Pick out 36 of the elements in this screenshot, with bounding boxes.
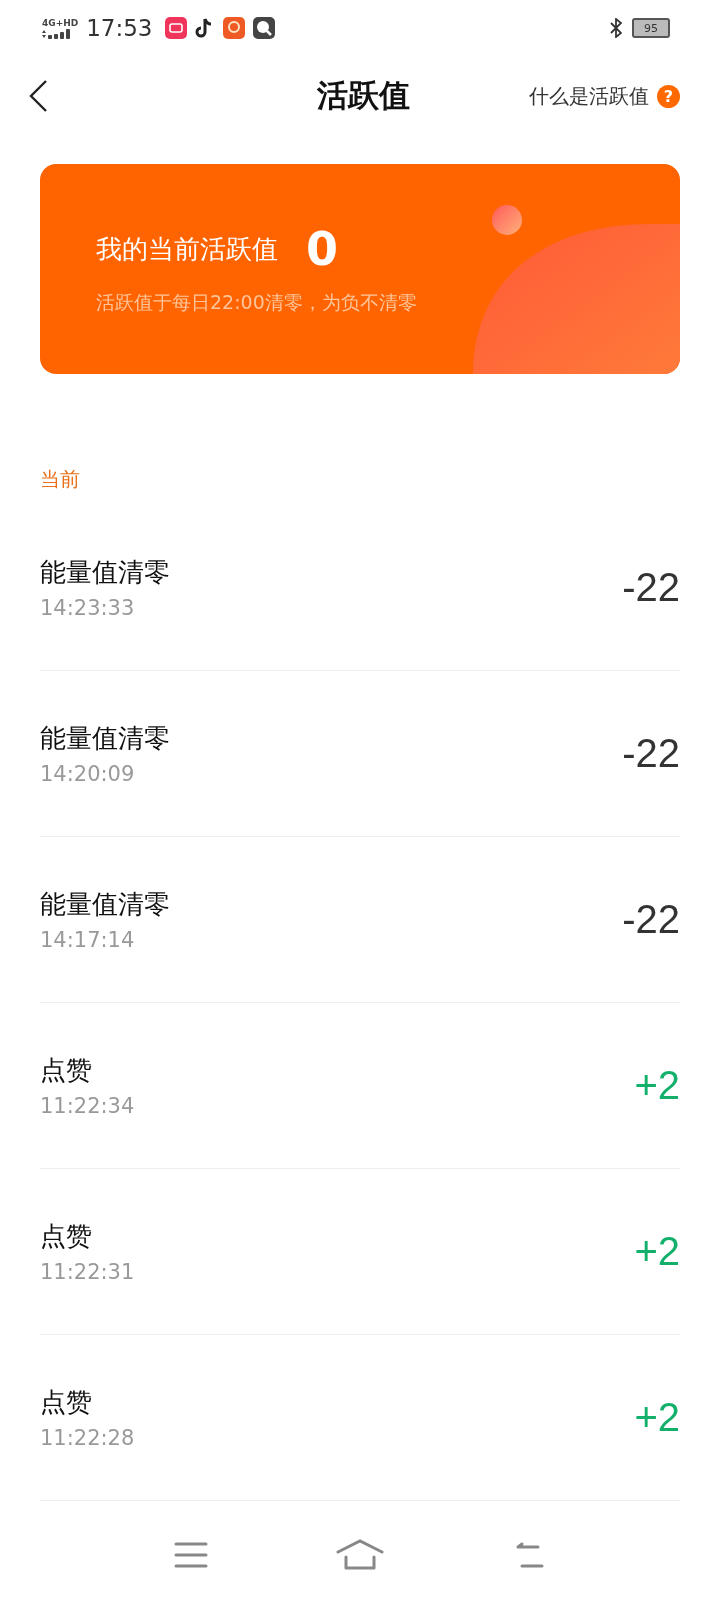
network-label: 4G+HD (42, 17, 79, 28)
record-amount: +2 (634, 1229, 680, 1274)
back-icon[interactable] (28, 79, 48, 113)
record-time: 14:17:14 (40, 928, 136, 952)
help-link[interactable]: 什么是活跃值 ? (529, 82, 680, 110)
record-title: 点赞 (40, 1220, 93, 1253)
record-time: 11:22:34 (40, 1094, 135, 1118)
record-title: 点赞 (40, 1054, 93, 1087)
record-title: 能量值清零 (40, 722, 170, 755)
record-time: 14:23:33 (40, 596, 136, 620)
page-title: 活跃值 (317, 76, 410, 115)
record-amount: +2 (634, 1395, 680, 1440)
record-amount: -22 (622, 731, 680, 776)
app-notification-icon (222, 17, 245, 39)
card-label: 我的当前活跃值 (96, 232, 278, 266)
record-time: 11:22:28 (40, 1426, 135, 1450)
menu-icon[interactable] (174, 1541, 208, 1569)
search-app-icon (252, 17, 275, 39)
home-icon[interactable] (336, 1539, 384, 1571)
clock-time: 17:53 (86, 15, 153, 41)
signal-icon (42, 28, 72, 39)
app-notification-icon (164, 17, 187, 39)
battery-icon: 95 (632, 18, 670, 38)
record-amount: -22 (622, 897, 680, 942)
activity-value: 0 (306, 222, 338, 276)
record-title: 点赞 (40, 1386, 93, 1419)
record-title: 能量值清零 (40, 556, 170, 589)
bluetooth-icon (610, 18, 622, 38)
section-title: 当前 (40, 466, 81, 493)
record-title: 能量值清零 (40, 888, 170, 921)
reset-note: 活跃值于每日22:00清零，为负不清零 (96, 290, 418, 315)
record-amount: +2 (634, 1063, 680, 1108)
record-time: 11:22:31 (40, 1260, 135, 1284)
record-amount: -22 (622, 565, 680, 610)
decorative-circle (492, 205, 522, 235)
record-time: 14:20:09 (40, 762, 136, 786)
